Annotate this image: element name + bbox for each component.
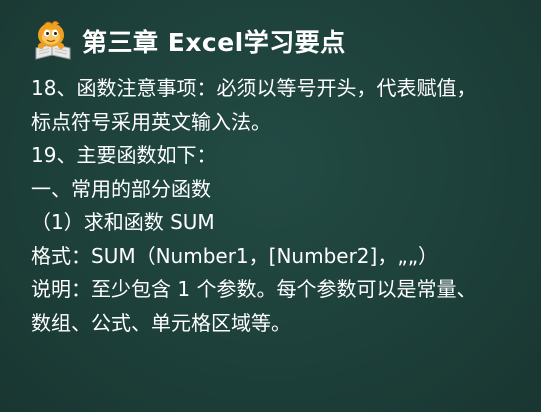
slide-header: 第三章 Excel学习要点 [30, 18, 346, 64]
text-line: 19、主要函数如下： [31, 143, 217, 167]
slide-title: 第三章 Excel学习要点 [82, 28, 346, 57]
text-line: 说明：至少包含 1 个参数。每个参数可以是常量、 [31, 277, 477, 301]
text-line: 一、常用的部分函数 [31, 176, 211, 201]
text-line: 标点符号采用英文输入法。 [31, 109, 271, 134]
text-line: （1）求和函数 SUM [31, 210, 215, 234]
text-line: 数组、公式、单元格区域等。 [31, 310, 291, 335]
slide: 第三章 Excel学习要点 18、函数注意事项：必须以等号开头，代表赋值， 标点… [0, 0, 541, 412]
text-line: 18、函数注意事项：必须以等号开头，代表赋值， [31, 76, 477, 100]
text-line: 格式：SUM（Number1，[Number2]，„„） [31, 243, 439, 268]
cartoon-mascot-book-icon [35, 21, 71, 60]
slide-body: 18、函数注意事项：必须以等号开头，代表赋值， 标点符号采用英文输入法。 19、… [31, 72, 531, 340]
